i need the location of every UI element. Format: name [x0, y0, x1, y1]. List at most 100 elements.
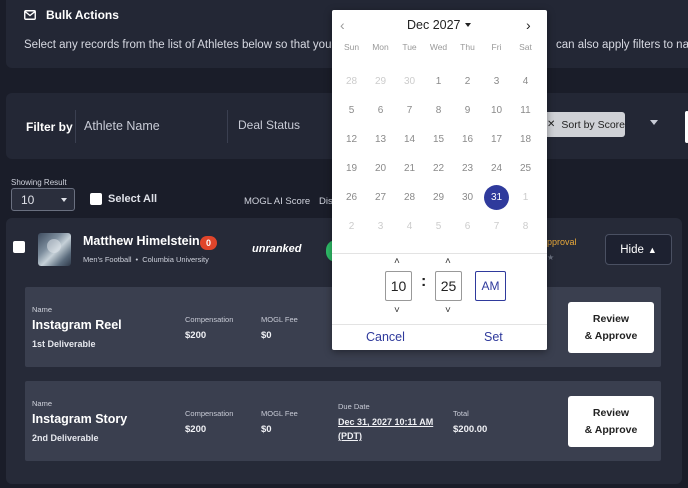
review-label: Review: [592, 406, 630, 419]
calendar-day[interactable]: 16: [453, 125, 482, 154]
sort-chip-label: Sort by Score: [561, 118, 626, 131]
calendar-day[interactable]: 6: [453, 212, 482, 241]
chevron-right-icon[interactable]: ›: [526, 17, 531, 33]
day-number: 19: [345, 163, 358, 174]
time-separator: :: [421, 273, 427, 290]
day-number: 17: [490, 134, 503, 145]
day-number: 5: [348, 105, 355, 116]
due-date-label: Due Date: [338, 402, 370, 411]
select-all-label[interactable]: Select All: [108, 193, 157, 205]
athlete-name-input[interactable]: [84, 115, 224, 137]
day-number: 7: [493, 221, 500, 232]
calendar-day[interactable]: 18: [511, 125, 540, 154]
avatar: [38, 233, 71, 266]
calendar-day[interactable]: 24: [482, 154, 511, 183]
calendar-day[interactable]: 11: [511, 96, 540, 125]
minute-input[interactable]: 25: [435, 271, 462, 301]
calendar-day[interactable]: 21: [395, 154, 424, 183]
calendar-day[interactable]: 30: [395, 67, 424, 96]
calendar-day[interactable]: 19: [337, 154, 366, 183]
athlete-row-checkbox[interactable]: [13, 241, 25, 253]
calendar-day[interactable]: 25: [511, 154, 540, 183]
hour-input[interactable]: 10: [385, 271, 412, 301]
calendar-day[interactable]: 30: [453, 183, 482, 212]
chevron-left-icon[interactable]: ‹: [340, 17, 345, 33]
weekday-label: Sat: [519, 42, 532, 52]
review-label: Review: [592, 312, 630, 325]
calendar-day[interactable]: 10: [482, 96, 511, 125]
day-number: 14: [403, 134, 416, 145]
close-icon[interactable]: ✕: [547, 119, 555, 130]
calendar-day[interactable]: 28: [395, 183, 424, 212]
weekday-label: Fri: [491, 42, 502, 52]
calendar-day[interactable]: 5: [337, 96, 366, 125]
calendar-day[interactable]: 29: [366, 67, 395, 96]
calendar-day[interactable]: 23: [453, 154, 482, 183]
chevron-down-icon[interactable]: [650, 120, 658, 125]
calendar-day[interactable]: 13: [366, 125, 395, 154]
day-number: 1: [435, 76, 442, 87]
hour-down-icon[interactable]: ˅: [394, 305, 400, 316]
day-number: 10: [490, 105, 503, 116]
calendar-day[interactable]: 26: [337, 183, 366, 212]
calendar-day[interactable]: 15: [424, 125, 453, 154]
calendar-day[interactable]: 8: [424, 96, 453, 125]
due-date-link[interactable]: Dec 31, 2027 10:11 AM (PDT): [338, 415, 438, 443]
review-approve-button[interactable]: Review & Approve: [568, 396, 654, 447]
minute-down-icon[interactable]: ˅: [445, 305, 451, 316]
calendar-day[interactable]: 29: [424, 183, 453, 212]
calendar-day[interactable]: 2: [453, 67, 482, 96]
select-all-checkbox[interactable]: [90, 193, 102, 205]
calendar-day[interactable]: 7: [395, 96, 424, 125]
calendar-day[interactable]: 1: [511, 183, 540, 212]
day-number: 24: [490, 163, 503, 174]
calendar-day[interactable]: 8: [511, 212, 540, 241]
minute-up-icon[interactable]: ˄: [445, 256, 451, 267]
day-number: 1: [522, 192, 529, 203]
calendar-day[interactable]: 5: [424, 212, 453, 241]
review-approve-button[interactable]: Review & Approve: [568, 302, 654, 353]
calendar-day[interactable]: 1: [424, 67, 453, 96]
athlete-name[interactable]: Matthew Himelstein: [83, 234, 200, 248]
calendar-day[interactable]: 6: [366, 96, 395, 125]
hour-up-icon[interactable]: ˄: [394, 256, 400, 267]
calendar-day[interactable]: 4: [395, 212, 424, 241]
day-number: 3: [377, 221, 384, 232]
calendar-day[interactable]: 4: [511, 67, 540, 96]
calendar-day[interactable]: 7: [482, 212, 511, 241]
month-select[interactable]: Dec 2027: [407, 18, 471, 32]
calendar-day[interactable]: 20: [366, 154, 395, 183]
weekday-label: Wed: [429, 42, 448, 52]
deal-status-select[interactable]: Deal Status: [238, 118, 300, 132]
calendar-day[interactable]: 28: [337, 67, 366, 96]
set-button[interactable]: Set: [484, 330, 503, 344]
day-number: 28: [345, 76, 358, 87]
divider: [227, 110, 228, 143]
calendar-day[interactable]: 2: [337, 212, 366, 241]
calendar-day[interactable]: 27: [366, 183, 395, 212]
day-number: 7: [406, 105, 413, 116]
hide-button-label: Hide: [620, 243, 644, 256]
calendar-day[interactable]: 22: [424, 154, 453, 183]
selected-day[interactable]: 31: [482, 183, 511, 212]
day-number: 8: [522, 221, 529, 232]
calendar-day[interactable]: 9: [453, 96, 482, 125]
calendar-day[interactable]: 14: [395, 125, 424, 154]
calendar-day[interactable]: 3: [482, 67, 511, 96]
day-number: 2: [464, 76, 471, 87]
result-count-select[interactable]: 10: [11, 188, 75, 211]
mogl-fee-label: MOGL Fee: [261, 409, 298, 418]
am-pm-toggle[interactable]: AM: [475, 271, 506, 301]
column-mogl-ai-score[interactable]: MOGL AI Score: [244, 196, 310, 207]
column-dis[interactable]: Dis: [319, 196, 333, 207]
calendar-day[interactable]: 17: [482, 125, 511, 154]
cancel-button[interactable]: Cancel: [366, 330, 405, 344]
deliverable-row: Name Instagram Story 2nd Deliverable Com…: [25, 381, 661, 461]
calendar-day[interactable]: 3: [366, 212, 395, 241]
sort-chip[interactable]: ✕ Sort by Score: [541, 112, 625, 137]
day-number: 26: [345, 192, 358, 203]
day-number: 3: [493, 76, 500, 87]
hide-button[interactable]: Hide ▲: [605, 234, 672, 265]
deliverable-name: Instagram Story: [32, 412, 128, 426]
calendar-day[interactable]: 12: [337, 125, 366, 154]
